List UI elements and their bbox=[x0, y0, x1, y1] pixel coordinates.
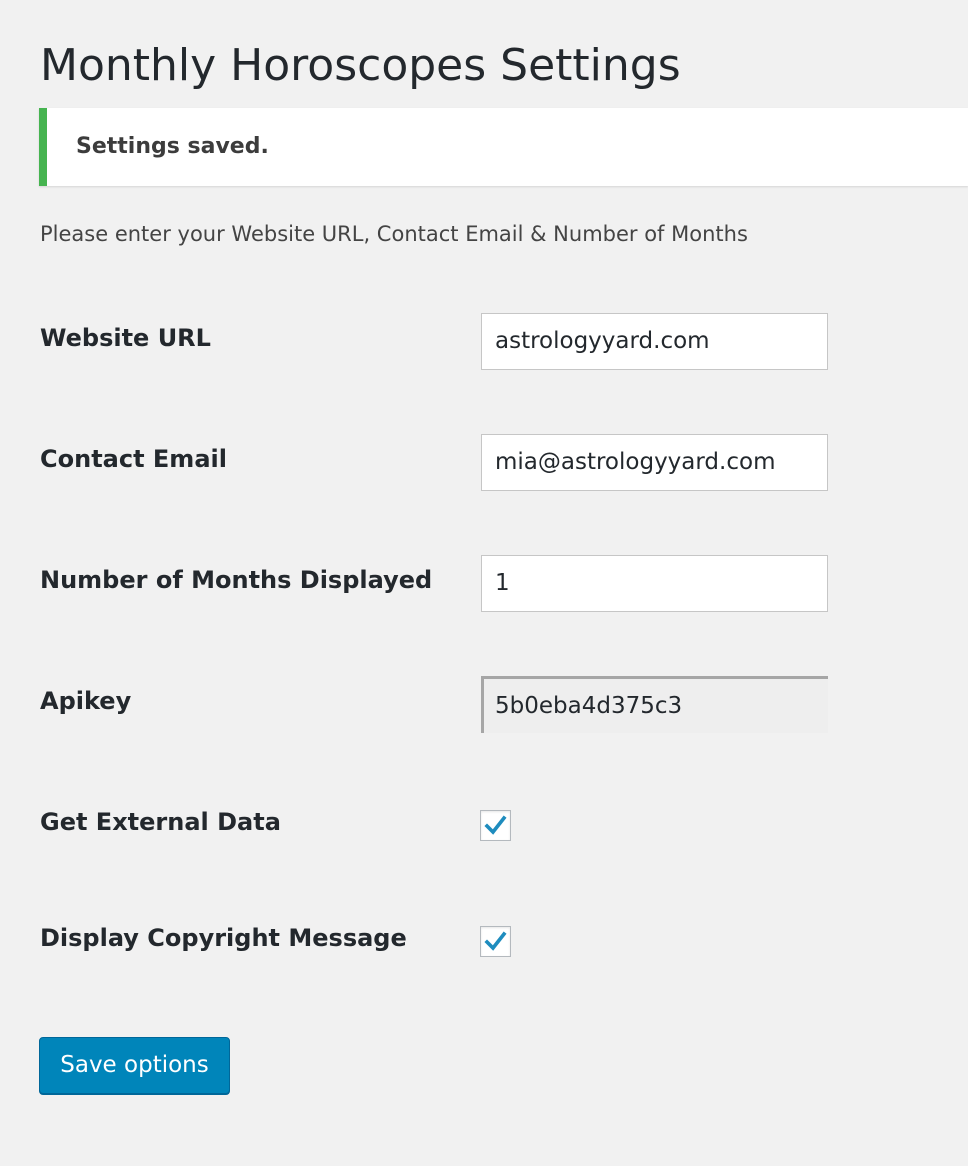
display-copyright-checkbox[interactable] bbox=[480, 926, 511, 957]
intro-text: Please enter your Website URL, Contact E… bbox=[40, 222, 748, 246]
apikey-input: 5b0eba4d375c3 bbox=[481, 676, 828, 733]
contact-email-label: Contact Email bbox=[40, 445, 227, 473]
settings-page: Monthly Horoscopes Settings Settings sav… bbox=[0, 0, 968, 1166]
months-displayed-label: Number of Months Displayed bbox=[40, 566, 433, 594]
contact-email-input[interactable]: mia@astrologyyard.com bbox=[481, 434, 828, 491]
months-displayed-input[interactable]: 1 bbox=[481, 555, 828, 612]
get-external-data-label: Get External Data bbox=[40, 808, 281, 836]
website-url-input[interactable]: astrologyyard.com bbox=[481, 313, 828, 370]
save-options-button[interactable]: Save options bbox=[39, 1037, 230, 1094]
apikey-label: Apikey bbox=[40, 687, 132, 715]
checkmark-icon bbox=[484, 815, 507, 835]
settings-saved-notice: Settings saved. bbox=[39, 108, 968, 186]
get-external-data-checkbox[interactable] bbox=[480, 810, 511, 841]
page-title: Monthly Horoscopes Settings bbox=[40, 40, 681, 91]
website-url-label: Website URL bbox=[40, 324, 211, 352]
notice-message: Settings saved. bbox=[76, 134, 269, 159]
display-copyright-label: Display Copyright Message bbox=[40, 924, 407, 952]
checkmark-icon bbox=[484, 931, 507, 951]
